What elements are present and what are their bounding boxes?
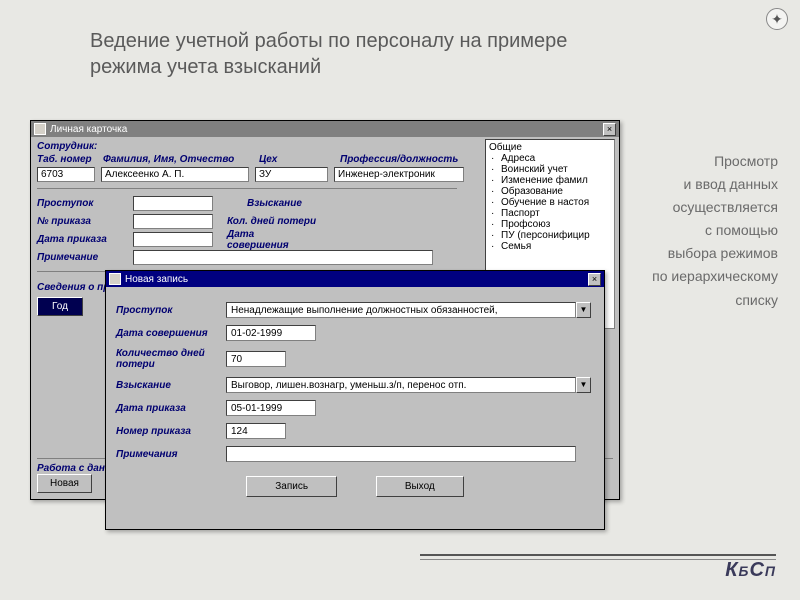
- side-description: Просмотр и ввод данных осуществляется с …: [628, 150, 778, 312]
- app-icon: [34, 123, 46, 135]
- tabnum-field[interactable]: 6703: [37, 167, 95, 182]
- lbl-prostupok: Проступок: [37, 198, 127, 209]
- lbl-prim: Примечание: [37, 252, 127, 263]
- lbl-datasov: Дата совершения: [227, 229, 317, 251]
- prostupok-field[interactable]: [133, 196, 213, 211]
- dlg-prim-field[interactable]: [226, 446, 576, 462]
- year-button[interactable]: Год: [37, 297, 83, 316]
- dialog-title: Новая запись: [125, 274, 588, 285]
- dlg-lbl-dataprikaz: Дата приказа: [116, 403, 226, 414]
- lbl-dataprikaz: Дата приказа: [37, 234, 127, 245]
- slide-title: Ведение учетной работы по персоналу на п…: [90, 28, 620, 80]
- tree-item[interactable]: Адреса: [489, 153, 611, 164]
- new-button[interactable]: Новая: [37, 474, 92, 493]
- tree-item[interactable]: Обучение в настоя: [489, 197, 611, 208]
- dlg-dataprikaz-field[interactable]: 05-01-1999: [226, 400, 316, 416]
- save-button[interactable]: Запись: [246, 476, 337, 497]
- col-tabnum: Таб. номер: [37, 154, 97, 165]
- dlg-lbl-prim: Примечания: [116, 449, 226, 460]
- titlebar-back[interactable]: Личная карточка ×: [31, 121, 619, 137]
- tree-item[interactable]: Образование: [489, 186, 611, 197]
- close-icon[interactable]: ×: [588, 273, 601, 286]
- tree-item[interactable]: Воинский учет: [489, 164, 611, 175]
- tree-root[interactable]: Общие: [489, 142, 611, 153]
- dlg-lbl-vzisk: Взыскание: [116, 380, 226, 391]
- dlg-lbl-prostupok: Проступок: [116, 305, 226, 316]
- tree-item[interactable]: Семья: [489, 241, 611, 252]
- app-icon: [109, 273, 121, 285]
- prim-field[interactable]: [133, 250, 433, 265]
- dlg-vzisk-field[interactable]: Выговор, лишен.вознагр, уменьш.з/п, пере…: [226, 377, 576, 393]
- close-icon[interactable]: ×: [603, 123, 616, 136]
- dlg-lbl-koldney: Количество дней потери: [116, 348, 226, 370]
- slide-logo-icon: ✦: [766, 8, 788, 30]
- noprikaz-field[interactable]: [133, 214, 213, 229]
- col-fio: Фамилия, Имя, Отчество: [103, 154, 253, 165]
- tree-item[interactable]: Паспорт: [489, 208, 611, 219]
- chevron-down-icon[interactable]: ▼: [576, 302, 591, 318]
- lbl-koldney: Кол. дней потери: [227, 216, 317, 227]
- tree-item[interactable]: Профсоюз: [489, 219, 611, 230]
- footer-divider: [420, 559, 776, 560]
- dlg-lbl-datasov: Дата совершения: [116, 328, 226, 339]
- fio-field[interactable]: Алексеенко А. П.: [101, 167, 249, 182]
- tree-item[interactable]: ПУ (персонифицир: [489, 230, 611, 241]
- dlg-lbl-noprikaz: Номер приказа: [116, 426, 226, 437]
- brand-logo: КБСП: [725, 559, 776, 582]
- dlg-prostupok-field[interactable]: Ненадлежащие выполнение должностных обяз…: [226, 302, 576, 318]
- dataprikaz-field[interactable]: [133, 232, 213, 247]
- col-ceh: Цех: [259, 154, 334, 165]
- dlg-noprikaz-field[interactable]: 124: [226, 423, 286, 439]
- chevron-down-icon[interactable]: ▼: [576, 377, 591, 393]
- tree-item[interactable]: Изменение фамил: [489, 175, 611, 186]
- dlg-koldney-field[interactable]: 70: [226, 351, 286, 367]
- footer-divider: [420, 554, 776, 556]
- titlebar-dialog[interactable]: Новая запись ×: [106, 271, 604, 287]
- window-title: Личная карточка: [50, 124, 603, 135]
- lbl-noprikaz: № приказа: [37, 216, 127, 227]
- lbl-vzisk: Взыскание: [247, 198, 337, 209]
- new-record-dialog: Новая запись × Проступок Ненадлежащие вы…: [105, 270, 605, 530]
- ceh-field[interactable]: ЗУ: [255, 167, 328, 182]
- exit-button[interactable]: Выход: [376, 476, 464, 497]
- prof-field[interactable]: Инженер-электроник: [334, 167, 464, 182]
- dlg-datasov-field[interactable]: 01-02-1999: [226, 325, 316, 341]
